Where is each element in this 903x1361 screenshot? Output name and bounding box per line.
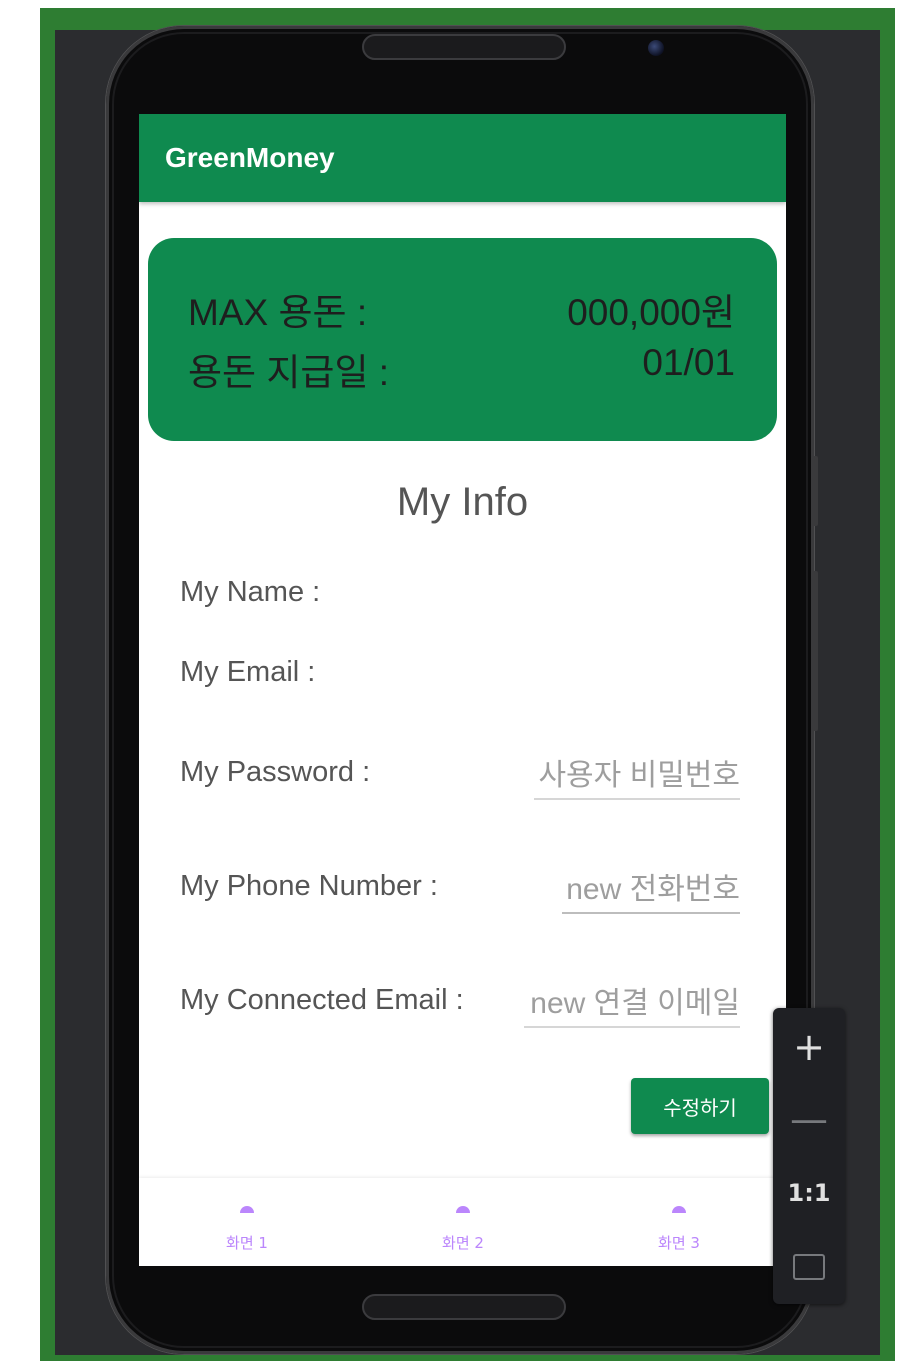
connected-email-input[interactable]: new 연결 이메일 xyxy=(524,978,740,1028)
allowance-summary-card: MAX 용돈 : 000,000원 용돈 지급일 : 01/01 xyxy=(148,238,777,441)
password-input[interactable]: 사용자 비밀번호 xyxy=(534,750,740,800)
front-camera-icon xyxy=(648,40,664,56)
nav-tab-1-label: 화면 1 xyxy=(226,1234,268,1252)
zoom-in-button[interactable]: + xyxy=(773,1012,845,1082)
phone-label: My Phone Number : xyxy=(180,870,438,902)
max-allowance-value: 000,000원 xyxy=(567,292,735,333)
app-bar: GreenMoney xyxy=(139,114,786,202)
nav-tab-3[interactable]: 화면 3 xyxy=(571,1178,786,1266)
top-speaker xyxy=(362,34,566,60)
max-allowance-label: MAX 용돈 : xyxy=(188,292,368,333)
tab-3-icon xyxy=(672,1206,686,1213)
zoom-out-button[interactable]: — xyxy=(773,1084,845,1154)
bottom-navigation: 화면 1 화면 2 화면 3 xyxy=(139,1178,786,1266)
max-allowance-row: MAX 용돈 : 000,000원 xyxy=(188,282,735,333)
actual-size-button[interactable]: 1:1 xyxy=(773,1158,845,1228)
bottom-speaker xyxy=(362,1294,566,1320)
nav-tab-2[interactable]: 화면 2 xyxy=(355,1178,571,1266)
phone-input[interactable]: new 전화번호 xyxy=(562,864,740,914)
volume-button[interactable] xyxy=(812,456,818,526)
password-label: My Password : xyxy=(180,756,371,788)
my-info-title: My Info xyxy=(396,480,529,524)
fit-screen-icon xyxy=(793,1254,825,1280)
pay-day-label: 용돈 지급일 : xyxy=(188,352,390,393)
nav-tab-3-label: 화면 3 xyxy=(658,1234,700,1252)
tab-1-icon xyxy=(240,1206,254,1213)
email-label: My Email : xyxy=(180,656,316,688)
app-screen: GreenMoney MAX 용돈 : 000,000원 용돈 지급일 : 01… xyxy=(139,114,786,1266)
name-label: My Name : xyxy=(180,576,321,608)
emulator-zoom-panel: + — 1:1 xyxy=(773,1008,845,1304)
tab-2-icon xyxy=(456,1206,470,1213)
pay-day-row: 용돈 지급일 : 01/01 xyxy=(188,342,735,393)
nav-tab-1[interactable]: 화면 1 xyxy=(139,1178,355,1266)
fit-screen-button[interactable] xyxy=(773,1232,845,1302)
save-button[interactable]: 수정하기 xyxy=(631,1078,769,1134)
power-button[interactable] xyxy=(812,571,818,731)
connected-email-label: My Connected Email : xyxy=(180,984,464,1016)
nav-tab-2-label: 화면 2 xyxy=(442,1234,484,1252)
app-title: GreenMoney xyxy=(165,142,335,173)
pay-day-value: 01/01 xyxy=(642,342,735,383)
